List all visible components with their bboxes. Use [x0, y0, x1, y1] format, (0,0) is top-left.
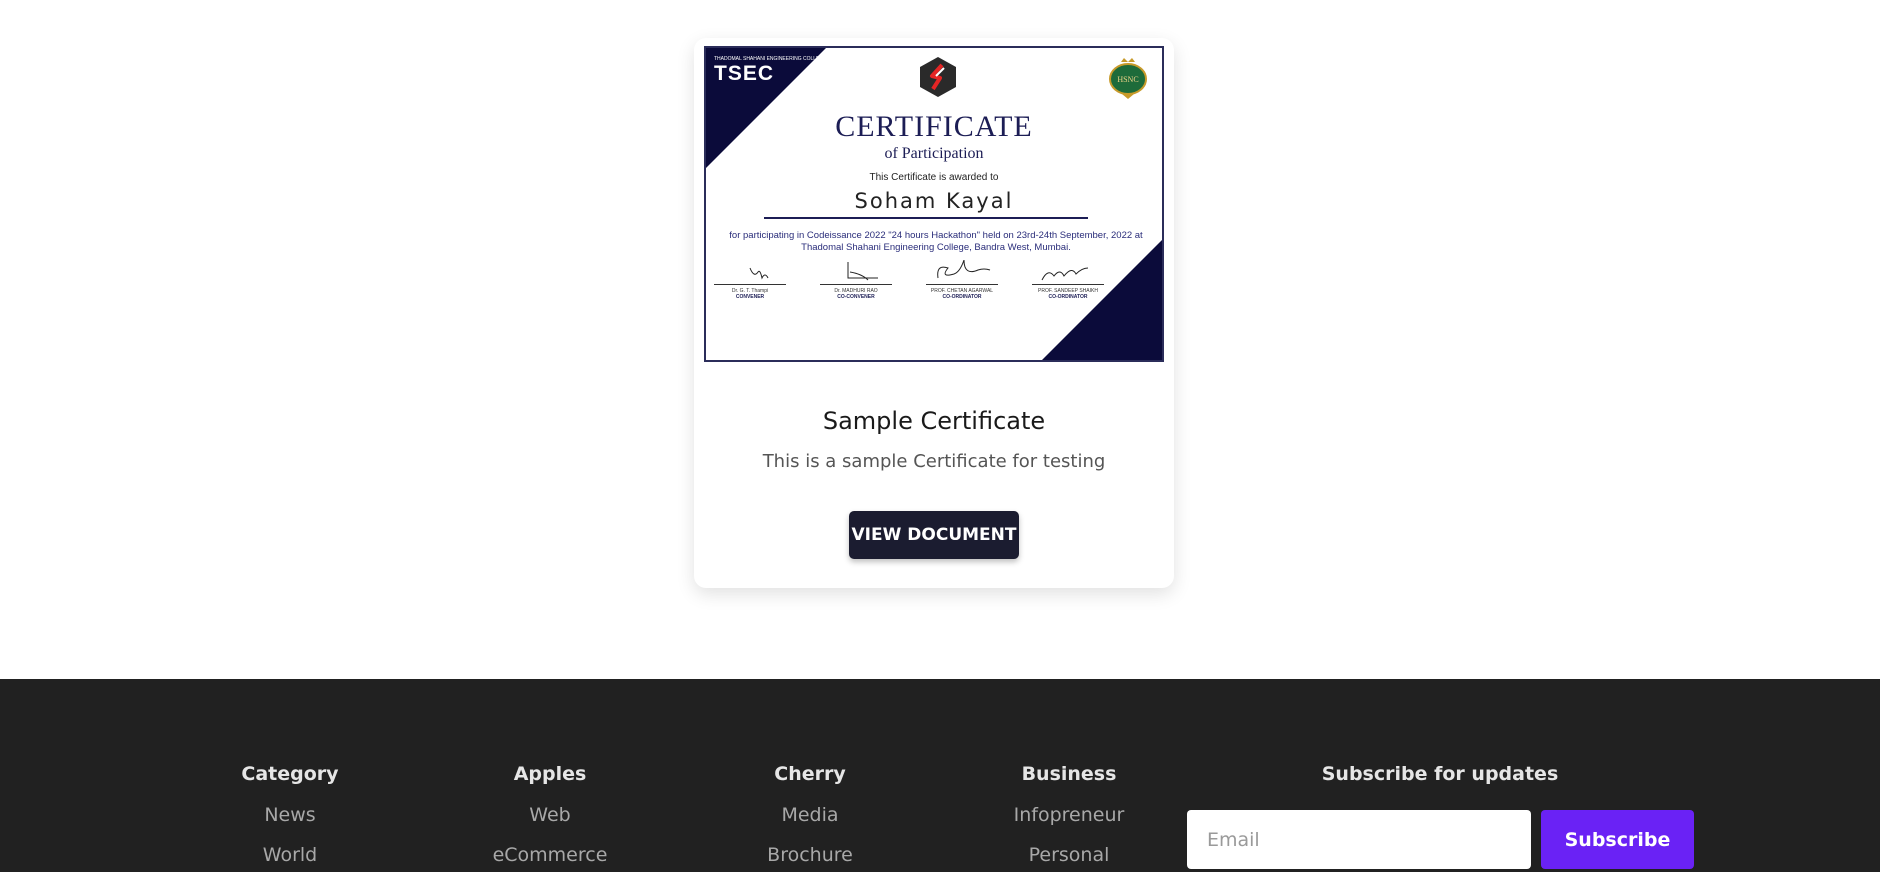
- footer-link-infopreneur[interactable]: Infopreneur: [969, 804, 1169, 826]
- certificate-title: CERTIFICATE: [835, 110, 1033, 143]
- signature-icon: [749, 267, 769, 280]
- event-logo-icon: [920, 57, 956, 97]
- signature-block: Dr. MADHURI RAO CO-CONVENER: [816, 260, 896, 300]
- footer-column-heading: Apples: [513, 763, 587, 785]
- seal-icon: HSNC: [1109, 58, 1147, 99]
- footer-column-heading: Cherry: [774, 763, 846, 785]
- signature-icon: [1041, 267, 1089, 281]
- footer-link-web[interactable]: Web: [450, 804, 650, 826]
- subscribe-heading: Subscribe for updates: [1321, 763, 1559, 785]
- card-title: Sample Certificate: [822, 407, 1046, 435]
- signatory-role: CO-ORDINATOR: [942, 294, 982, 300]
- signature-icon: [847, 262, 878, 281]
- signature-block: Dr. G. T. Thampi CONVENER: [710, 260, 790, 300]
- footer-link-personal[interactable]: Personal: [969, 844, 1169, 866]
- signature-block: PROF. CHETAN AGARWAL CO-ORDINATOR: [922, 260, 1002, 300]
- certificate-description: for participating in Codeissance 2022 "2…: [729, 230, 1143, 253]
- footer: Category News World Apples Web eCommerce…: [0, 679, 1880, 872]
- certificate-image: THADOMAL SHAHANI ENGINEERING COLLEGE TSE…: [704, 46, 1164, 362]
- footer-link-world[interactable]: World: [190, 844, 390, 866]
- footer-link-media[interactable]: Media: [710, 804, 910, 826]
- signatory-role: CO-CONVENER: [837, 294, 875, 300]
- awarded-text: This Certificate is awarded to: [869, 172, 999, 183]
- email-input[interactable]: [1187, 810, 1531, 869]
- view-document-button[interactable]: VIEW DOCUMENT: [849, 511, 1019, 559]
- signatory-role: CONVENER: [735, 294, 765, 300]
- footer-link-news[interactable]: News: [190, 804, 390, 826]
- footer-column-heading: Category: [241, 763, 339, 785]
- college-logo-text: TSEC: [714, 62, 775, 85]
- recipient-name: Soham Kayal: [854, 189, 1014, 213]
- svg-text:HSNC: HSNC: [1117, 75, 1138, 84]
- footer-link-ecommerce[interactable]: eCommerce: [450, 844, 650, 866]
- name-underline: [764, 217, 1088, 219]
- footer-link-brochure[interactable]: Brochure: [710, 844, 910, 866]
- footer-column-heading: Business: [1021, 763, 1117, 785]
- certificate-subtitle: of Participation: [884, 145, 984, 162]
- certificate-card: THADOMAL SHAHANI ENGINEERING COLLEGE TSE…: [694, 38, 1174, 588]
- page: THADOMAL SHAHANI ENGINEERING COLLEGE TSE…: [0, 0, 1880, 872]
- signature-block: PROF. SANDEEP SHAIKH CO-ORDINATOR: [1028, 260, 1108, 300]
- corner-decoration-bottom-right: [1042, 240, 1162, 360]
- signatory-role: CO-ORDINATOR: [1048, 294, 1088, 300]
- signature-icon: [937, 260, 991, 279]
- subscribe-button[interactable]: Subscribe: [1541, 810, 1694, 869]
- card-description: This is a sample Certificate for testing: [762, 451, 1106, 472]
